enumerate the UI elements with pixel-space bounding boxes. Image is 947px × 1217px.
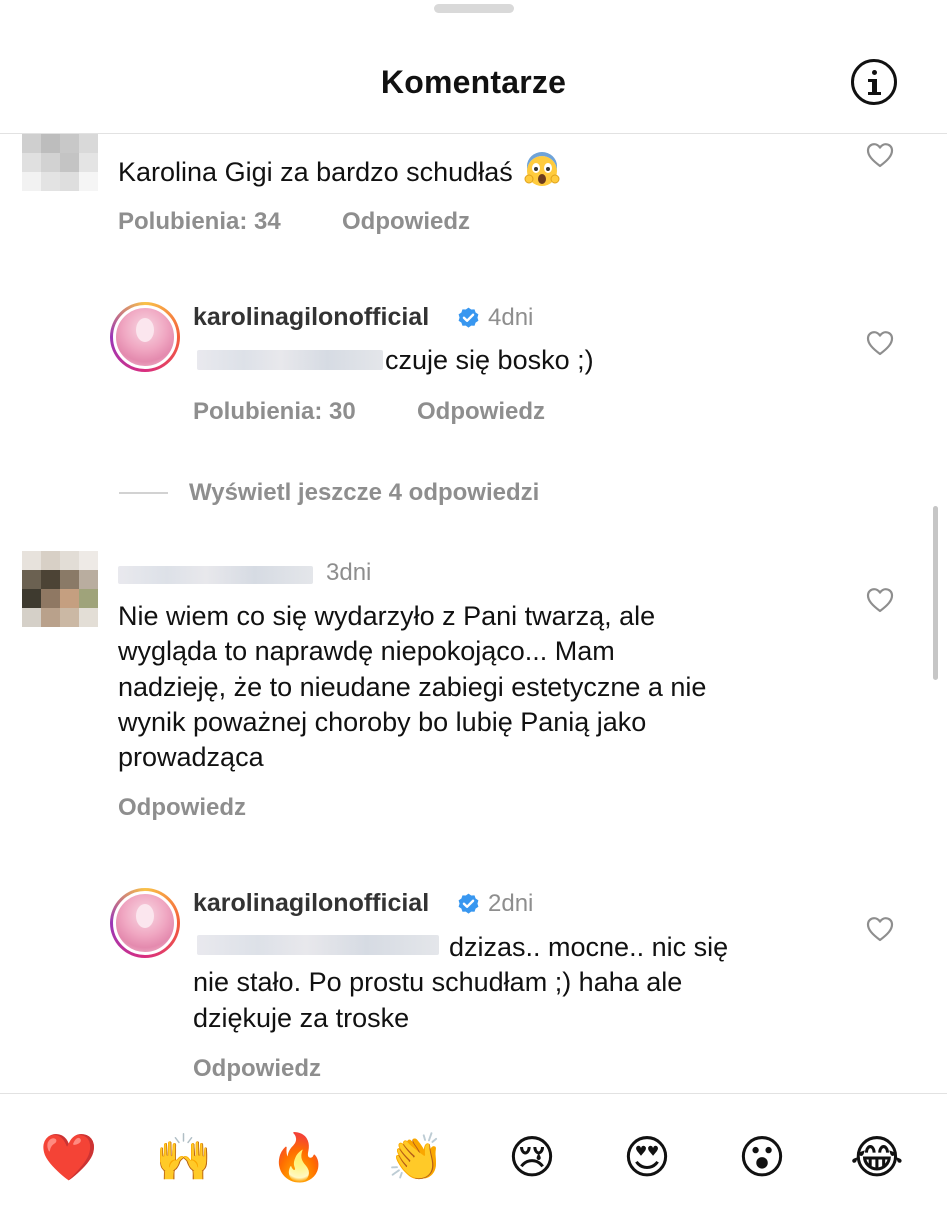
heart-emoji-button[interactable]: ❤️ bbox=[40, 1130, 98, 1184]
replies-divider bbox=[119, 492, 168, 494]
reply-text: czuje się bosko ;) bbox=[385, 345, 594, 375]
heart-outline-icon[interactable] bbox=[866, 587, 894, 613]
scrollbar-thumb[interactable] bbox=[933, 506, 938, 680]
header: Komentarze bbox=[0, 0, 947, 134]
crying-face-emoji-button[interactable]: 😢 bbox=[503, 1130, 561, 1184]
reply-username[interactable]: karolinagilonofficial bbox=[193, 889, 429, 918]
face-screaming-emoji-icon bbox=[524, 152, 560, 186]
reply-button[interactable]: Odpowiedz bbox=[193, 1055, 321, 1083]
likes-count[interactable]: Polubienia: 34 bbox=[118, 208, 281, 236]
heart-outline-icon[interactable] bbox=[866, 330, 894, 356]
comment-text: Karolina Gigi za bardzo schudłaś bbox=[118, 152, 560, 190]
quick-reaction-bar: ❤️ 🙌 🔥 👏 😢 😍 😮 😂 bbox=[0, 1093, 947, 1217]
likes-count[interactable]: Polubienia: 30 bbox=[193, 398, 356, 426]
mention-redacted bbox=[197, 935, 439, 955]
reply-username[interactable]: karolinagilonofficial bbox=[193, 303, 429, 332]
reply-button[interactable]: Odpowiedz bbox=[342, 208, 470, 236]
verified-badge-icon bbox=[458, 893, 479, 914]
surprised-face-emoji-button[interactable]: 😮 bbox=[733, 1130, 791, 1184]
reply-time: 2dni bbox=[488, 890, 534, 917]
reply-text-line: nie stało. Po prostu schudłam ;) haha al… bbox=[193, 967, 683, 997]
comment-time: 3dni bbox=[326, 559, 372, 586]
comment-text-line: Nie wiem co się wydarzyło z Pani twarzą,… bbox=[118, 601, 656, 631]
comment-list[interactable]: 4dni Karolina Gigi za bardzo schudłaś Po… bbox=[0, 0, 947, 1092]
avatar[interactable] bbox=[110, 888, 180, 958]
heart-outline-icon[interactable] bbox=[866, 916, 894, 942]
verified-badge-icon bbox=[458, 307, 479, 328]
fire-emoji-button[interactable]: 🔥 bbox=[270, 1130, 328, 1184]
reply-button[interactable]: Odpowiedz bbox=[118, 794, 246, 822]
heart-outline-icon[interactable] bbox=[866, 142, 894, 168]
reply-button[interactable]: Odpowiedz bbox=[417, 398, 545, 426]
reply-text-line: dzizas.. mocne.. nic się bbox=[449, 932, 729, 962]
sheet-grabber[interactable] bbox=[434, 4, 514, 13]
info-icon[interactable] bbox=[851, 59, 897, 105]
username-redacted bbox=[118, 566, 313, 584]
comment-text-line: prowadząca bbox=[118, 742, 264, 772]
view-more-replies-button[interactable]: Wyświetl jeszcze 4 odpowiedzi bbox=[189, 479, 539, 507]
commenter-avatar-blurred[interactable] bbox=[22, 551, 98, 627]
reply-time: 4dni bbox=[488, 304, 534, 331]
raising-hands-emoji-button[interactable]: 🙌 bbox=[155, 1130, 213, 1184]
avatar[interactable] bbox=[110, 302, 180, 372]
comment-text-line: wygląda to naprawdę niepokojąco... Mam bbox=[118, 636, 615, 666]
comment-text-line: nadzieję, że to nieudane zabiegi estetyc… bbox=[118, 672, 707, 702]
page-title: Komentarze bbox=[380, 64, 567, 100]
mention-redacted bbox=[197, 350, 383, 370]
heart-eyes-emoji-button[interactable]: 😍 bbox=[618, 1130, 676, 1184]
laughing-tears-emoji-button[interactable]: 😂 bbox=[848, 1130, 906, 1184]
comment-text-line: wynik poważnej choroby bo lubię Panią ja… bbox=[118, 707, 647, 737]
reply-text-line: dziękuje za troske bbox=[193, 1003, 410, 1033]
clapping-hands-emoji-button[interactable]: 👏 bbox=[387, 1130, 445, 1184]
